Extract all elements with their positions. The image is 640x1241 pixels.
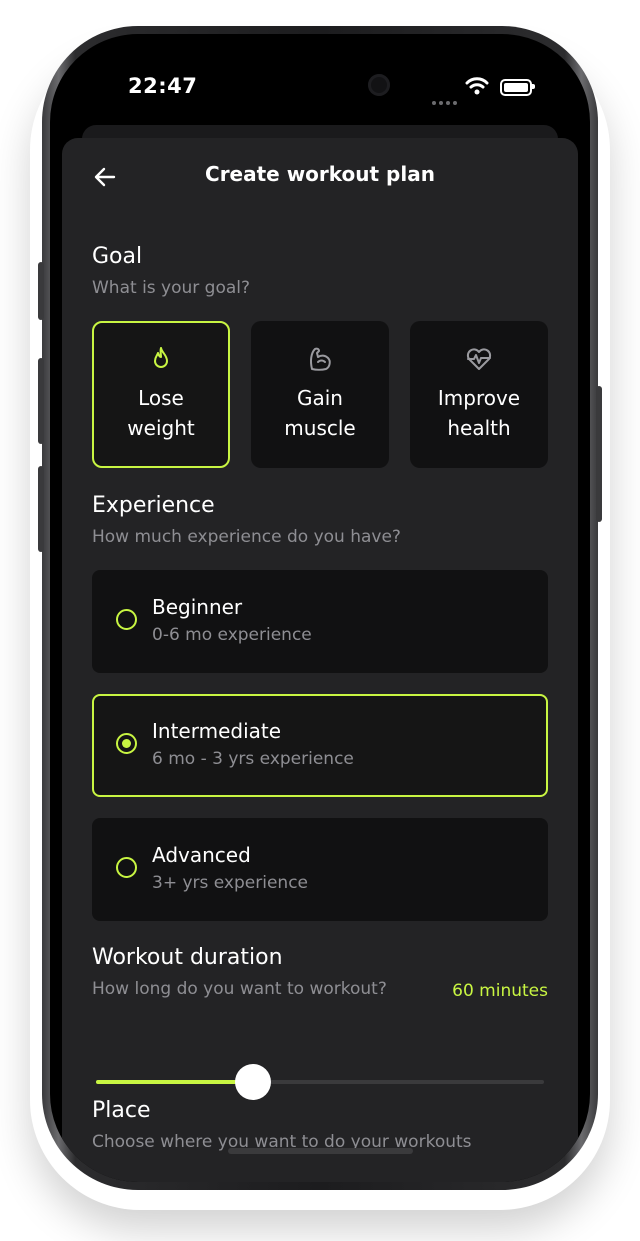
- power-button: [596, 386, 602, 522]
- battery-cap: [532, 84, 535, 89]
- experience-option-intermediate[interactable]: Intermediate 6 mo - 3 yrs experience: [92, 694, 548, 797]
- cellular-signal-icon: [432, 90, 460, 109]
- page-title: Create workout plan: [205, 162, 435, 186]
- flame-icon: [154, 347, 168, 368]
- goal-label: Gain muscle: [284, 386, 356, 440]
- muscle-icon: [310, 347, 331, 371]
- volume-up-button: [38, 358, 44, 444]
- slider-track-fill: [96, 1080, 253, 1084]
- experience-detail: 0-6 mo experience: [152, 625, 312, 645]
- workout-plan-sheet: Create workout plan Goal What is your go…: [62, 138, 578, 1182]
- volume-down-button: [38, 466, 44, 552]
- experience-option-advanced[interactable]: Advanced 3+ yrs experience: [92, 818, 548, 921]
- slider-thumb[interactable]: [234, 1064, 271, 1100]
- screen: 22:47 Create workout plan Goal What is y…: [50, 34, 590, 1182]
- goal-option-gain-muscle[interactable]: Gain muscle: [251, 321, 389, 468]
- battery-icon: [500, 79, 532, 96]
- duration-slider[interactable]: [96, 1064, 544, 1100]
- status-bar: 22:47: [50, 34, 590, 134]
- goal-option-improve-health[interactable]: Improve health: [410, 321, 548, 468]
- goal-label: Lose weight: [127, 386, 195, 440]
- duration-value: 60 minutes: [452, 981, 548, 1001]
- experience-name: Beginner: [152, 595, 243, 619]
- goal-option-lose-weight[interactable]: Lose weight: [92, 321, 230, 468]
- wifi-icon: [465, 77, 489, 95]
- experience-name: Intermediate: [152, 719, 282, 743]
- experience-subtitle: How much experience do you have?: [92, 527, 401, 547]
- goal-title: Goal: [92, 244, 143, 269]
- experience-detail: 3+ yrs experience: [152, 873, 308, 893]
- duration-subtitle: How long do you want to workout?: [92, 979, 387, 999]
- status-time: 22:47: [128, 74, 198, 98]
- experience-option-beginner[interactable]: Beginner 0-6 mo experience: [92, 570, 548, 673]
- front-camera-icon: [368, 74, 390, 96]
- radio-button[interactable]: [116, 609, 137, 630]
- experience-detail: 6 mo - 3 yrs experience: [152, 749, 354, 769]
- home-indicator: [228, 1148, 413, 1154]
- radio-button[interactable]: [116, 857, 137, 878]
- heartbeat-icon: [466, 348, 492, 370]
- experience-name: Advanced: [152, 843, 251, 867]
- place-title: Place: [92, 1098, 151, 1123]
- action-button: [38, 262, 44, 320]
- goal-label: Improve health: [437, 386, 521, 440]
- goal-subtitle: What is your goal?: [92, 278, 251, 298]
- radio-button-checked[interactable]: [116, 733, 137, 754]
- experience-title: Experience: [92, 493, 215, 518]
- duration-title: Workout duration: [92, 945, 283, 970]
